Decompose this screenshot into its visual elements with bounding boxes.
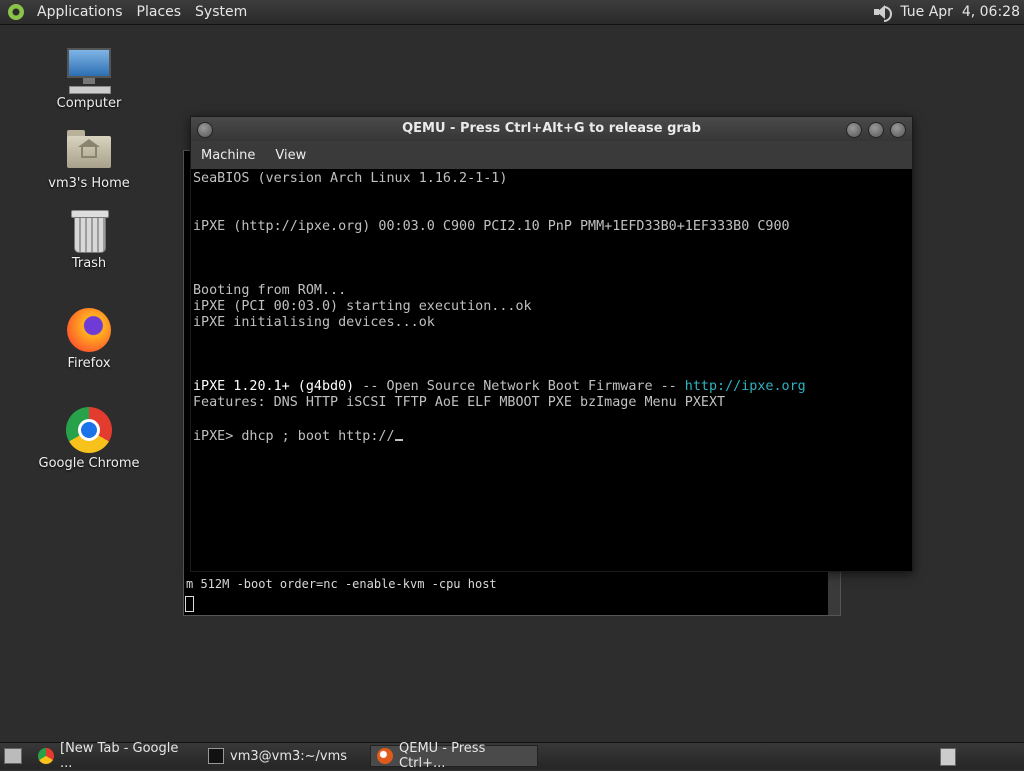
boot-rom-line: Booting from ROM... [193, 283, 347, 298]
distro-logo-icon[interactable] [8, 4, 24, 20]
ipxe-info-line: iPXE (http://ipxe.org) 00:03.0 C900 PCI2… [193, 219, 790, 234]
window-menu-icon[interactable] [197, 122, 213, 138]
bottom-panel: [New Tab - Google ... vm3@vm3:~/vms QEMU… [0, 741, 1024, 771]
chrome-icon [38, 748, 54, 764]
menu-applications[interactable]: Applications [30, 4, 130, 20]
bios-line: SeaBIOS (version Arch Linux 1.16.2-1-1) [193, 171, 508, 186]
clock[interactable]: Tue Apr 4, 06:28 [900, 4, 1020, 20]
qemu-icon [377, 748, 393, 764]
desktop-icon-firefox[interactable]: Firefox [29, 306, 149, 371]
desktop-icon-trash[interactable]: Trash [29, 206, 149, 271]
computer-icon [65, 46, 113, 94]
panel-tray: Tue Apr 4, 06:28 [872, 0, 1020, 24]
terminal-scrollbar[interactable] [828, 571, 840, 615]
desktop-icon-label: Computer [56, 96, 122, 111]
desktop-icon-computer[interactable]: Computer [29, 46, 149, 111]
task-label: QEMU - Press Ctrl+... [399, 741, 486, 771]
taskbar-item-qemu[interactable]: QEMU - Press Ctrl+... [370, 741, 538, 771]
chrome-icon [65, 406, 113, 454]
desktop-icon-label: Firefox [67, 356, 111, 371]
desktop-icon-chrome[interactable]: Google Chrome [29, 406, 149, 471]
features-line: Features: DNS HTTP iSCSI TFTP AoE ELF MB… [193, 395, 726, 410]
maximize-icon[interactable] [868, 122, 884, 138]
desktop-icon-label: Google Chrome [38, 456, 140, 471]
desktop-icon-label: vm3's Home [48, 176, 130, 191]
starting-line: iPXE (PCI 00:03.0) starting execution...… [193, 299, 532, 314]
desktop-icon-home[interactable]: vm3's Home [29, 126, 149, 191]
menu-places[interactable]: Places [130, 4, 189, 20]
home-folder-icon [65, 126, 113, 174]
terminal-icon [208, 748, 224, 764]
vm-screen[interactable]: SeaBIOS (version Arch Linux 1.16.2-1-1) … [191, 169, 912, 571]
trash-icon [65, 206, 113, 254]
init-line: iPXE initialising devices...ok [193, 315, 435, 330]
taskbar-item-chrome[interactable]: [New Tab - Google ... [32, 741, 200, 771]
show-desktop-icon[interactable] [4, 748, 22, 764]
menu-machine[interactable]: Machine [191, 148, 265, 163]
terminal-line: m 512M -boot order=nc -enable-kvm -cpu h… [186, 577, 497, 591]
qemu-window[interactable]: QEMU - Press Ctrl+Alt+G to release grab … [190, 116, 913, 572]
volume-icon[interactable] [872, 3, 893, 22]
taskbar-item-terminal[interactable]: vm3@vm3:~/vms [202, 745, 368, 767]
terminal-cursor [185, 596, 194, 612]
close-icon[interactable] [890, 122, 906, 138]
workspace-switcher-icon[interactable] [940, 748, 956, 766]
top-panel: Applications Places System Tue Apr 4, 06… [0, 0, 1024, 25]
task-label: vm3@vm3:~/vms [230, 748, 348, 764]
qemu-menubar: Machine View [191, 141, 912, 169]
desktop-icon-label: Trash [71, 256, 107, 271]
version-mid: -- Open Source Network Boot Firmware -- [354, 379, 685, 394]
version-prefix: iPXE 1.20.1+ (g4bd0) [193, 379, 355, 394]
version-url: http://ipxe.org [684, 379, 806, 394]
firefox-icon [65, 306, 113, 354]
window-titlebar[interactable]: QEMU - Press Ctrl+Alt+G to release grab [191, 117, 912, 141]
prompt-line: iPXE> dhcp ; boot http:// [193, 427, 403, 445]
text-cursor [394, 427, 403, 441]
prompt-text: iPXE> dhcp ; boot http:// [193, 429, 395, 444]
menu-system[interactable]: System [188, 4, 254, 20]
window-title: QEMU - Press Ctrl+Alt+G to release grab [402, 121, 701, 136]
task-label: [New Tab - Google ... [60, 741, 179, 771]
version-line: iPXE 1.20.1+ (g4bd0) -- Open Source Netw… [193, 379, 806, 395]
menu-view[interactable]: View [265, 148, 316, 163]
minimize-icon[interactable] [846, 122, 862, 138]
